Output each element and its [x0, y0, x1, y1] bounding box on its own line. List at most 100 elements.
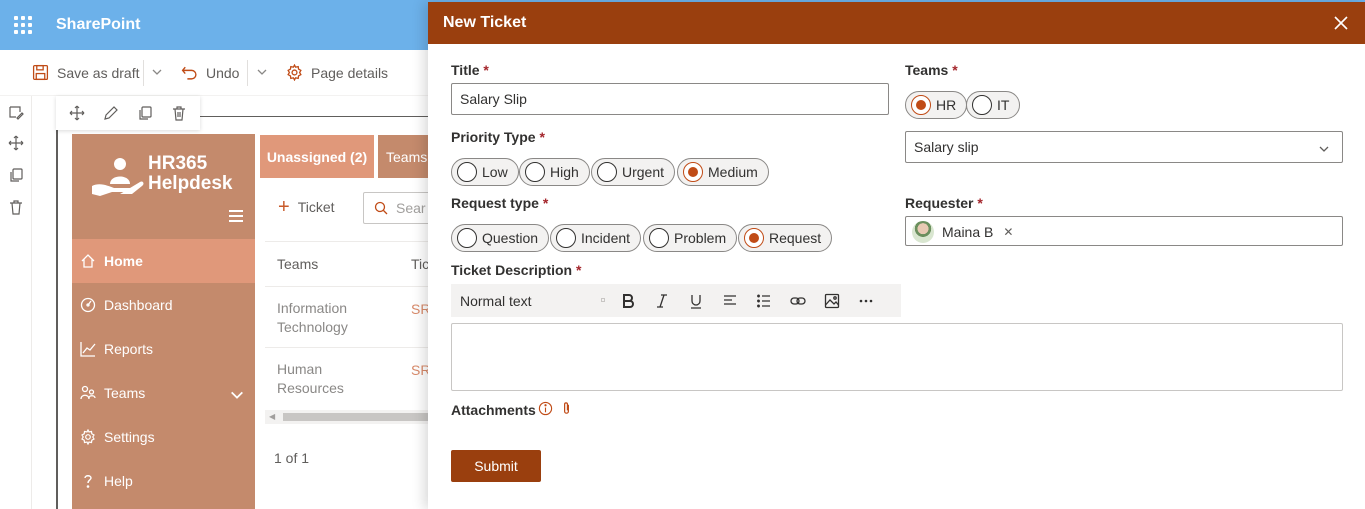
title-input-value: Salary Slip — [460, 91, 527, 107]
bullet-list-button[interactable] — [747, 284, 781, 317]
save-as-draft-button[interactable]: Save as draft — [32, 64, 140, 81]
radio-button[interactable] — [556, 228, 576, 248]
divider — [265, 241, 435, 242]
chevron-down-icon[interactable] — [255, 64, 269, 80]
delete-icon[interactable] — [171, 105, 187, 121]
ticket-description-editor[interactable] — [451, 323, 1343, 391]
nav-item-settings[interactable]: Settings — [72, 415, 255, 459]
paperclip-icon[interactable] — [559, 401, 574, 416]
radio-button-selected[interactable] — [744, 228, 764, 248]
edit-web-part-icon[interactable] — [8, 104, 24, 120]
priority-option-urgent[interactable]: Urgent — [591, 158, 676, 186]
add-ticket-label: Ticket — [297, 199, 335, 215]
link-button[interactable] — [781, 284, 815, 317]
chevron-down-icon — [1319, 146, 1329, 152]
pencil-icon[interactable] — [103, 105, 119, 121]
priority-option-high[interactable]: High — [519, 158, 590, 186]
info-icon[interactable] — [538, 401, 553, 416]
nav-item-label: Teams — [104, 385, 146, 401]
remove-person-icon[interactable]: ✕ — [1003, 225, 1013, 239]
request-option-request[interactable]: Request — [738, 224, 833, 252]
attachments-controls — [538, 401, 574, 416]
title-input[interactable]: Salary Slip — [451, 83, 889, 115]
underline-button[interactable] — [679, 284, 713, 317]
radio-button[interactable] — [649, 228, 669, 248]
scrollbar-thumb[interactable] — [283, 413, 433, 421]
teams-option-hr[interactable]: HR — [905, 91, 968, 119]
divider — [265, 347, 435, 348]
radio-button-selected[interactable] — [683, 162, 703, 182]
duplicate-icon[interactable] — [8, 167, 24, 183]
home-icon — [81, 254, 95, 268]
required-mark: * — [576, 262, 582, 278]
section-outline — [56, 116, 58, 509]
duplicate-icon[interactable] — [137, 105, 153, 121]
align-button[interactable] — [713, 284, 747, 317]
app-title[interactable]: SharePoint — [56, 16, 140, 34]
nav-item-label: Home — [104, 253, 143, 269]
ticket-description-label: Ticket Description * — [451, 262, 582, 278]
nav-item-home[interactable]: Home — [72, 239, 255, 283]
radio-button[interactable] — [597, 162, 617, 182]
logo-line-1: HR365 — [148, 153, 208, 174]
app-launcher-icon[interactable] — [14, 16, 32, 34]
priority-option-medium[interactable]: Medium — [677, 158, 769, 186]
table-cell-team: Human Resources — [277, 361, 344, 396]
helping-hand-icon — [92, 158, 144, 196]
teams-icon — [80, 385, 96, 400]
text-style-dropdown[interactable]: Normal text — [451, 284, 611, 317]
text-style-value: Normal text — [460, 292, 532, 309]
search-icon — [374, 201, 388, 215]
category-dropdown[interactable]: Salary slip — [905, 131, 1343, 163]
chevron-down-icon[interactable] — [150, 64, 164, 80]
more-options-button[interactable] — [849, 284, 883, 317]
option-label: Urgent — [622, 164, 665, 180]
option-label: HR — [936, 97, 957, 113]
table-cell-team: Information Technology — [277, 300, 348, 335]
requester-people-picker[interactable]: Maina B ✕ — [905, 216, 1343, 246]
move-icon[interactable] — [69, 105, 85, 121]
close-icon[interactable] — [1333, 15, 1349, 31]
request-option-incident[interactable]: Incident — [550, 224, 642, 252]
radio-button[interactable] — [525, 162, 545, 182]
scroll-left-icon[interactable]: ◀ — [269, 412, 275, 421]
nav-item-teams[interactable]: Teams — [72, 371, 255, 415]
attachments-label: Attachments — [451, 402, 536, 418]
submit-button[interactable]: Submit — [451, 450, 541, 482]
radio-button-selected[interactable] — [911, 95, 931, 115]
move-icon[interactable] — [8, 135, 24, 151]
page-details-button[interactable]: Page details — [286, 64, 388, 81]
nav-item-help[interactable]: Help — [72, 459, 255, 503]
radio-button[interactable] — [457, 228, 477, 248]
request-option-question[interactable]: Question — [451, 224, 550, 252]
option-label: Problem — [674, 230, 727, 246]
nav-item-reports[interactable]: Reports — [72, 327, 255, 371]
requester-label: Requester * — [905, 195, 983, 211]
edit-rail — [0, 96, 32, 509]
reports-icon — [80, 342, 96, 357]
horizontal-scrollbar[interactable]: ◀ — [265, 410, 435, 424]
nav-item-dashboard[interactable]: Dashboard — [72, 283, 255, 327]
save-as-draft-label: Save as draft — [57, 64, 140, 81]
column-header-ticket[interactable]: Tic — [411, 256, 429, 272]
persona-chip[interactable]: Maina B ✕ — [912, 221, 1013, 243]
image-button[interactable] — [815, 284, 849, 317]
bold-button[interactable] — [611, 284, 645, 317]
tab-unassigned[interactable]: Unassigned (2) — [260, 135, 374, 178]
column-header-teams[interactable]: Teams — [277, 256, 318, 272]
add-ticket-button[interactable]: + Ticket — [278, 197, 335, 217]
undo-button[interactable]: Undo — [181, 64, 239, 81]
italic-button[interactable] — [645, 284, 679, 317]
request-option-problem[interactable]: Problem — [643, 224, 738, 252]
chevron-down-icon[interactable] — [229, 387, 245, 403]
radio-button[interactable] — [457, 162, 477, 182]
dashboard-icon — [80, 297, 96, 313]
priority-option-low[interactable]: Low — [451, 158, 519, 186]
panel-title: New Ticket — [443, 14, 527, 31]
link-icon — [790, 296, 806, 305]
radio-button[interactable] — [972, 95, 992, 115]
delete-icon[interactable] — [8, 199, 24, 215]
web-part-toolbar — [56, 96, 200, 130]
teams-option-it[interactable]: IT — [966, 91, 1021, 119]
hamburger-menu-icon[interactable] — [229, 210, 243, 222]
